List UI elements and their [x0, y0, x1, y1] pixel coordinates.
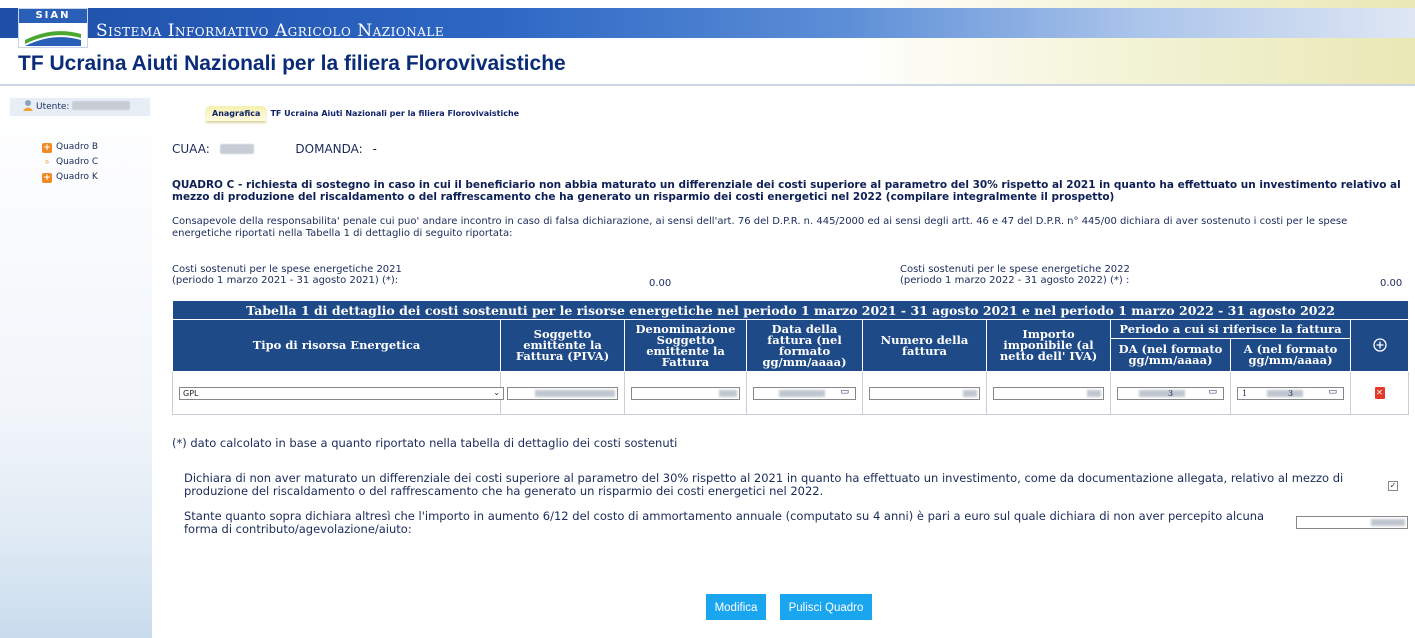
tab-description: TF Ucraina Aiuti Nazionali per la filier… [270, 108, 520, 118]
domanda-label: DOMANDA: [295, 142, 363, 156]
cell-da: 3 ▭ [1110, 371, 1231, 415]
page-title: TF Ucraina Aiuti Nazionali per la filier… [18, 52, 566, 75]
chevron-down-icon: ⌄ [493, 387, 500, 397]
cell-tipo: GPL ⌄ [172, 371, 504, 415]
calendar-icon[interactable]: ▭ [840, 387, 849, 398]
cell-a: 1 3 ▭ [1230, 371, 1351, 415]
sian-waves-icon [25, 31, 81, 46]
sidebar-item-label: Quadro C [56, 157, 99, 167]
numero-fattura-input[interactable] [869, 386, 980, 400]
add-row-cell [1349, 319, 1410, 372]
calendar-icon[interactable]: ▭ [1208, 387, 1217, 398]
pulisci-quadro-button[interactable]: Pulisci Quadro [780, 594, 872, 620]
sian-logo-text: SIAN [19, 9, 87, 23]
soggetto-piva-input[interactable] [507, 386, 618, 400]
delete-row-icon[interactable]: ✕ [1374, 387, 1385, 399]
consapevole-text: Consapevole della responsabilita' penale… [172, 216, 1348, 239]
table-row: GPL ⌄ ▭ 3 ▭ 1 3 ▭ ✕ [172, 371, 1410, 415]
orange-square-icon: + [42, 172, 52, 183]
tab-anagrafica[interactable]: Anagrafica [206, 105, 267, 121]
header-da: DA (nel formato gg/mm/aaaa) [1110, 338, 1231, 372]
periodo-a-prefix: 1 [1242, 388, 1248, 398]
sidebar-item-label: Quadro B [56, 142, 99, 152]
header-data: Data della fattura (nel formato gg/mm/aa… [746, 319, 863, 372]
sidebar-item-quadro-c[interactable]: ∘ Quadro C [42, 155, 98, 170]
costi-2021-line1: Costi sostenuti per le spese energetiche… [172, 264, 402, 275]
costi-2021-label: Costi sostenuti per le spese energetiche… [172, 264, 402, 286]
sidebar-item-label: Quadro K [56, 172, 98, 182]
sidebar-menu: + Quadro B ∘ Quadro C + Quadro K [42, 140, 98, 185]
costi-2021-line2: (periodo 1 marzo 2021 - 31 agosto 2021) … [172, 275, 399, 286]
cell-denominazione [624, 371, 747, 415]
table-caption: Tabella 1 di dettaglio dei costi sostenu… [171, 300, 1410, 320]
bullet-icon: ∘ [43, 156, 51, 168]
sian-logo: SIAN [18, 8, 88, 48]
declaration-checkbox[interactable]: ✓ [1388, 481, 1398, 491]
header-a: A (nel formato gg/mm/aaaa) [1230, 338, 1351, 372]
cuaa-label: CUAA: [172, 142, 210, 156]
periodo-a-input[interactable]: 1 3 ▭ [1237, 386, 1344, 400]
ammortamento-text: Stante quanto sopra dichiara altresì che… [184, 509, 1265, 536]
tipo-risorsa-value: GPL [183, 388, 199, 398]
calc-note: (*) dato calcolato in base a quanto ripo… [172, 436, 678, 450]
header-tipo: Tipo di risorsa Energetica [172, 319, 501, 372]
banner-title: Sistema Informativo Agricolo Nazionale [96, 21, 445, 41]
user-name-redacted [72, 101, 131, 110]
user-icon [23, 100, 33, 111]
periodo-da-input[interactable]: 3 ▭ [1117, 386, 1224, 400]
quadro-title: QUADRO C - richiesta di sostegno in caso… [172, 179, 1401, 203]
calendar-icon[interactable]: ▭ [1328, 387, 1337, 398]
ammortamento-input[interactable] [1296, 516, 1408, 529]
user-box: Utente: [10, 98, 150, 116]
header-numero: Numero della fattura [862, 319, 987, 372]
add-row-icon[interactable] [1372, 337, 1387, 352]
cell-soggetto [500, 371, 625, 415]
user-label: Utente: [36, 102, 70, 112]
declaration-text: Dichiara di non aver maturato un differe… [184, 471, 1344, 498]
costi-2021-value: 0.00 [649, 278, 672, 289]
denominazione-input[interactable] [631, 386, 740, 400]
domanda-value: - [372, 142, 377, 156]
header-periodo: Periodo a cui si riferisce la fattura [1110, 319, 1351, 339]
cell-data: ▭ [746, 371, 863, 415]
sian-banner: Sistema Informativo Agricolo Nazionale [0, 8, 1415, 41]
header-soggetto: Soggetto emittente la Fattura (PIVA) [500, 319, 625, 372]
header-importo: Importo imponibile (al netto dell' IVA) [986, 319, 1111, 372]
header-divider [0, 84, 1415, 86]
costi-2022-line2: (periodo 1 marzo 2022 - 31 agosto 2022) … [900, 275, 1130, 286]
periodo-da-visible: 3 [1168, 388, 1174, 398]
cuaa-value-redacted [219, 144, 254, 154]
header-denominazione: Denominazione Soggetto emittente la Fatt… [624, 319, 747, 372]
importo-input[interactable] [993, 386, 1104, 400]
tab-bar: Anagrafica TF Ucraina Aiuti Nazionali pe… [206, 104, 519, 122]
cell-importo [986, 371, 1111, 415]
cuaa-row: CUAA: DOMANDA: - [172, 142, 383, 156]
sidebar-item-quadro-b[interactable]: + Quadro B [42, 140, 98, 155]
modifica-button[interactable]: Modifica [706, 594, 766, 620]
sidebar-item-quadro-k[interactable]: + Quadro K [42, 170, 98, 185]
costi-2022-label: Costi sostenuti per le spese energetiche… [900, 264, 1130, 286]
cell-delete: ✕ [1349, 371, 1410, 415]
sidebar: Utente: + Quadro B ∘ Quadro C + Quadro K [0, 86, 152, 638]
costi-2022-line1: Costi sostenuti per le spese energetiche… [900, 264, 1130, 275]
detail-table: Tabella 1 di dettaglio dei costi sostenu… [171, 300, 1410, 415]
data-fattura-input[interactable]: ▭ [753, 386, 856, 400]
orange-square-icon: + [42, 142, 52, 153]
cell-numero [862, 371, 987, 415]
periodo-a-suffix: 3 [1288, 388, 1294, 398]
costi-2022-value: 0.00 [1380, 278, 1403, 289]
tipo-risorsa-select[interactable]: GPL ⌄ [179, 386, 504, 400]
